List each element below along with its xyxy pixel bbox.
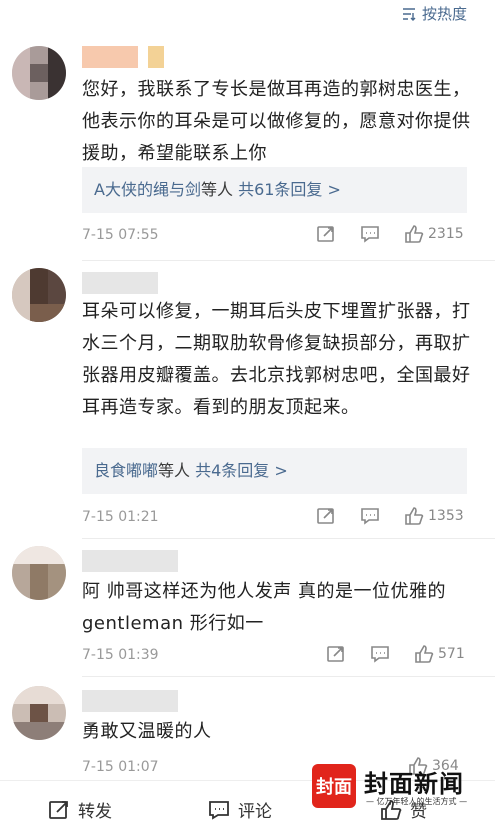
comment-meta: 7-15 01:39 571 bbox=[82, 644, 467, 668]
username-blurred[interactable] bbox=[82, 550, 178, 572]
reply-count: 共61条回复 > bbox=[238, 180, 341, 199]
avatar[interactable] bbox=[12, 268, 66, 322]
divider bbox=[82, 676, 495, 677]
comment-icon bbox=[209, 800, 229, 820]
comment-action[interactable] bbox=[370, 644, 390, 664]
repost-icon bbox=[327, 646, 344, 662]
reply-author: 良食嘟嘟 bbox=[94, 461, 159, 480]
thumbs-up-icon bbox=[405, 507, 424, 525]
comment-action[interactable] bbox=[360, 506, 380, 526]
repost-action[interactable] bbox=[316, 224, 336, 244]
comment-text: 勇敢又温暖的人 bbox=[82, 721, 212, 742]
comment-text: 阿 帅哥这样还为他人发声 真的是一位优雅的gentleman 形行如一 bbox=[82, 581, 446, 634]
sort-icon bbox=[402, 7, 416, 21]
repost-icon bbox=[49, 800, 68, 819]
comment-text: 您好，我联系了专长是做耳再造的郭树忠医生，他表示你的耳朵是可以做修复的，愿意对你… bbox=[82, 79, 471, 164]
reply-mid: 等人 bbox=[200, 180, 233, 199]
reply-count: 共4条回复 > bbox=[195, 461, 288, 480]
comment-time: 7-15 01:07 bbox=[82, 759, 159, 775]
username-blurred[interactable] bbox=[82, 272, 158, 294]
sort-by-hot-button[interactable]: 按热度 bbox=[402, 3, 467, 24]
comment-action[interactable] bbox=[360, 224, 380, 244]
like-count: 2315 bbox=[428, 226, 464, 242]
comment-time: 7-15 07:55 bbox=[82, 227, 159, 243]
watermark: 封面 封面新闻 — 亿万年轻人的生活方式 — bbox=[312, 762, 487, 816]
avatar[interactable] bbox=[12, 686, 66, 740]
comment-meta: 7-15 07:55 2315 bbox=[82, 224, 467, 248]
like-count: 1353 bbox=[428, 508, 464, 524]
divider bbox=[82, 260, 495, 261]
repost-action[interactable] bbox=[326, 644, 346, 664]
comment-meta: 7-15 01:21 1353 bbox=[82, 506, 467, 530]
comment-label: 评论 bbox=[238, 802, 272, 822]
replies-summary[interactable]: 良食嘟嘟等人 共4条回复 > bbox=[82, 448, 467, 494]
username-blurred[interactable] bbox=[82, 46, 164, 68]
replies-summary[interactable]: A大侠的绳与剑等人 共61条回复 > bbox=[82, 167, 467, 213]
reply-author: A大侠的绳与剑 bbox=[94, 180, 201, 199]
comment-time: 7-15 01:21 bbox=[82, 509, 159, 525]
repost-label: 转发 bbox=[78, 802, 112, 822]
repost-action[interactable] bbox=[316, 506, 336, 526]
repost-button[interactable]: 转发 bbox=[48, 797, 112, 822]
avatar[interactable] bbox=[12, 546, 66, 600]
comment-button[interactable]: 评论 bbox=[208, 797, 272, 822]
like-action[interactable]: 571 bbox=[414, 644, 465, 664]
comment-icon bbox=[371, 646, 389, 663]
thumbs-up-icon bbox=[415, 645, 434, 663]
like-count: 571 bbox=[438, 646, 465, 662]
reply-mid: 等人 bbox=[158, 461, 191, 480]
comment-text: 耳朵可以修复，一期耳后头皮下埋置扩张器，打水三个月，二期取肋软骨修复缺损部分，再… bbox=[82, 301, 471, 418]
repost-icon bbox=[317, 508, 334, 524]
like-action[interactable]: 1353 bbox=[404, 506, 464, 526]
watermark-slogan: — 亿万年轻人的生活方式 — bbox=[366, 797, 468, 806]
sort-bar: 按热度 bbox=[0, 0, 495, 30]
repost-icon bbox=[317, 226, 334, 242]
avatar[interactable] bbox=[12, 46, 66, 100]
divider bbox=[82, 538, 495, 539]
watermark-title: 封面新闻 bbox=[364, 770, 464, 798]
watermark-logo: 封面 bbox=[312, 764, 356, 808]
thumbs-up-icon bbox=[405, 225, 424, 243]
sort-label: 按热度 bbox=[421, 5, 467, 23]
username-blurred[interactable] bbox=[82, 690, 178, 712]
like-action[interactable]: 2315 bbox=[404, 224, 464, 244]
comment-icon bbox=[361, 508, 379, 525]
comment-icon bbox=[361, 226, 379, 243]
comment-time: 7-15 01:39 bbox=[82, 647, 159, 663]
